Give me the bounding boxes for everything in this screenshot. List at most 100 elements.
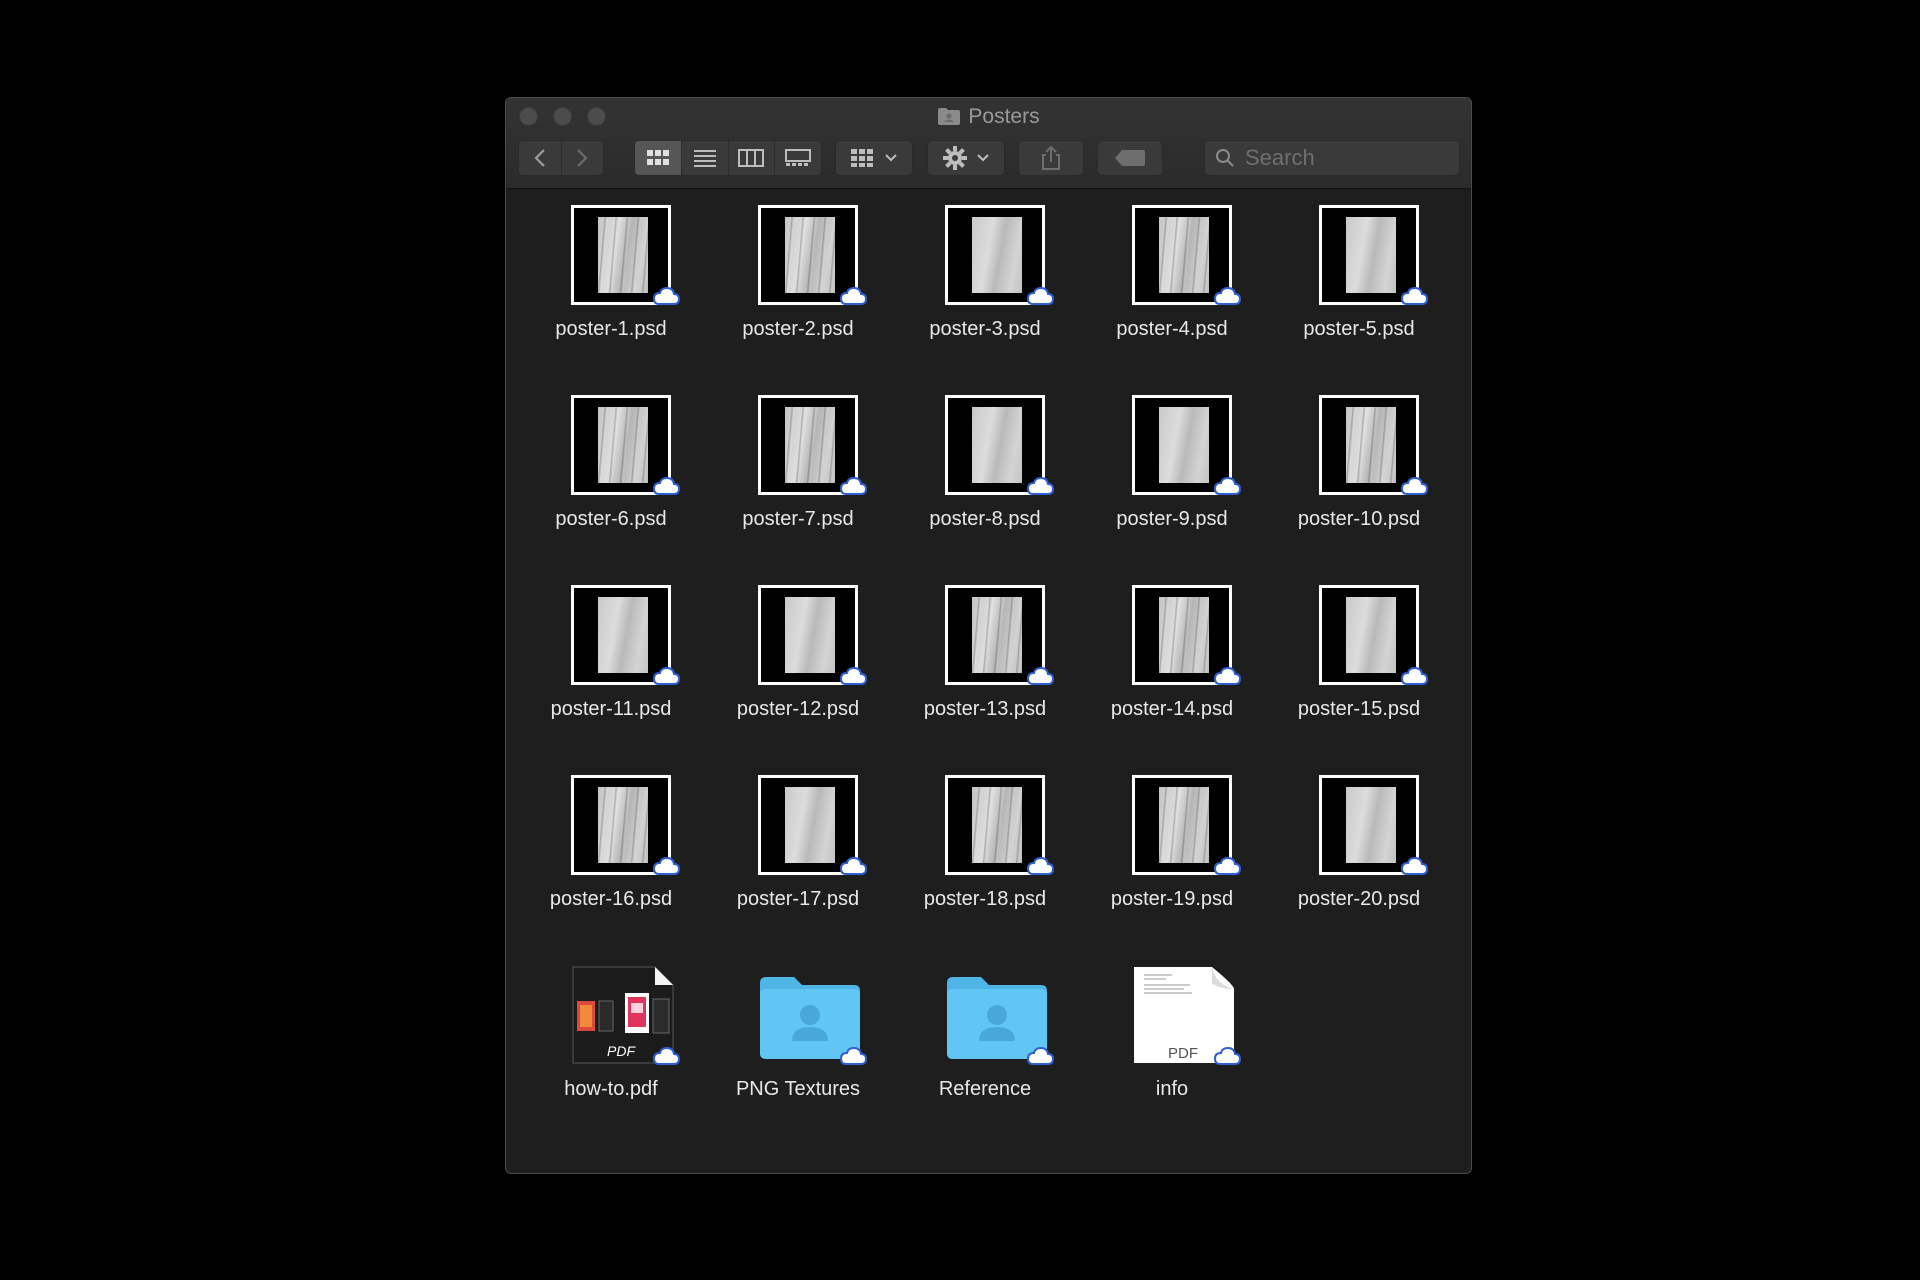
file-name-label: poster-5.psd: [1303, 318, 1415, 340]
file-name-label: poster-6.psd: [555, 508, 667, 530]
column-view-button[interactable]: [727, 141, 775, 175]
psd-file-icon: [1319, 205, 1429, 305]
list-view-button[interactable]: [680, 141, 728, 175]
search-input[interactable]: [1243, 144, 1447, 172]
psd-file-icon: [571, 395, 681, 495]
file-item[interactable]: poster-19.psd: [1082, 759, 1262, 939]
file-item[interactable]: poster-2.psd: [708, 189, 888, 369]
icloud-icon: [1025, 475, 1055, 497]
icloud-icon: [838, 285, 868, 307]
chevron-left-icon: [534, 149, 545, 167]
chevron-right-icon: [577, 149, 588, 167]
gallery-view-button[interactable]: [774, 141, 821, 175]
icloud-icon: [651, 1045, 681, 1067]
file-item[interactable]: poster-17.psd: [708, 759, 888, 939]
file-item[interactable]: poster-6.psd: [521, 379, 701, 559]
file-item[interactable]: poster-4.psd: [1082, 189, 1262, 369]
group-by-icon: [851, 149, 873, 167]
psd-file-icon: [1319, 395, 1429, 495]
file-name-label: poster-9.psd: [1116, 508, 1228, 530]
file-name-label: poster-12.psd: [736, 698, 860, 720]
file-name-label: poster-19.psd: [1110, 888, 1234, 910]
poster-sheet: [598, 597, 648, 673]
search-field[interactable]: [1204, 140, 1460, 176]
icloud-icon: [1025, 1045, 1055, 1067]
file-item[interactable]: poster-11.psd: [521, 569, 701, 749]
file-name-label: how-to.pdf: [564, 1078, 658, 1100]
file-item[interactable]: poster-8.psd: [895, 379, 1075, 559]
window-title: Posters: [506, 104, 1471, 133]
file-name-label: poster-18.psd: [923, 888, 1047, 910]
folder-item[interactable]: PNG Textures: [708, 949, 888, 1129]
psd-file-icon: [571, 585, 681, 685]
file-name-label: poster-1.psd: [555, 318, 667, 340]
file-item[interactable]: poster-3.psd: [895, 189, 1075, 369]
poster-sheet: [1346, 787, 1396, 863]
icloud-icon: [1212, 665, 1242, 687]
file-name-label: poster-17.psd: [736, 888, 860, 910]
file-item[interactable]: poster-10.psd: [1269, 379, 1449, 559]
forward-button[interactable]: [560, 141, 604, 175]
share-button[interactable]: [1018, 140, 1084, 176]
file-item[interactable]: poster-12.psd: [708, 569, 888, 749]
psd-file-icon: [945, 775, 1055, 875]
icloud-icon: [651, 855, 681, 877]
tag-icon: [1115, 150, 1145, 166]
file-item[interactable]: poster-7.psd: [708, 379, 888, 559]
poster-sheet: [1346, 217, 1396, 293]
file-item[interactable]: poster-5.psd: [1269, 189, 1449, 369]
file-name-label: poster-4.psd: [1116, 318, 1228, 340]
file-item[interactable]: poster-14.psd: [1082, 569, 1262, 749]
psd-file-icon: [758, 205, 868, 305]
file-item[interactable]: poster-20.psd: [1269, 759, 1449, 939]
file-name-label: poster-11.psd: [550, 698, 672, 720]
file-item[interactable]: poster-15.psd: [1269, 569, 1449, 749]
file-item[interactable]: poster-16.psd: [521, 759, 701, 939]
pdf-file-icon: PDF: [1132, 965, 1242, 1065]
icloud-icon: [651, 665, 681, 687]
file-name-label: poster-20.psd: [1297, 888, 1421, 910]
gallery-view-icon: [785, 149, 812, 166]
poster-sheet: [1159, 407, 1209, 483]
icloud-icon: [1399, 855, 1429, 877]
folder-item[interactable]: Reference: [895, 949, 1075, 1129]
back-button[interactable]: [519, 141, 561, 175]
psd-file-icon: [945, 205, 1055, 305]
poster-sheet: [1159, 787, 1209, 863]
poster-sheet: [972, 407, 1022, 483]
poster-sheet: [598, 407, 648, 483]
poster-sheet: [785, 597, 835, 673]
file-item[interactable]: poster-1.psd: [521, 189, 701, 369]
psd-file-icon: [571, 205, 681, 305]
icloud-icon: [651, 285, 681, 307]
folder-icon: [945, 965, 1055, 1065]
folder-icon: [937, 107, 961, 133]
file-name-label: poster-13.psd: [923, 698, 1047, 720]
poster-sheet: [972, 217, 1022, 293]
icloud-icon: [838, 855, 868, 877]
file-item[interactable]: PDF info: [1082, 949, 1262, 1129]
file-grid: poster-1.psd poster-2.psd poster-3.psd post…: [506, 189, 1471, 1173]
icloud-icon: [1399, 665, 1429, 687]
file-name-label: poster-10.psd: [1297, 508, 1421, 530]
poster-sheet: [1346, 597, 1396, 673]
psd-file-icon: [1132, 585, 1242, 685]
column-view-icon: [738, 149, 765, 167]
pdf-badge: PDF: [1168, 1045, 1198, 1062]
file-item[interactable]: poster-18.psd: [895, 759, 1075, 939]
gear-icon: [943, 146, 967, 170]
icon-view-button[interactable]: [635, 141, 681, 175]
psd-file-icon: [945, 395, 1055, 495]
tag-button[interactable]: [1097, 140, 1163, 176]
pdf-file-icon: PDF: [571, 965, 681, 1065]
file-item[interactable]: PDF how-to.pdf: [521, 949, 701, 1129]
folder-icon: [758, 965, 868, 1065]
search-icon: [1216, 149, 1234, 167]
action-menu-button[interactable]: [927, 140, 1005, 176]
file-item[interactable]: poster-9.psd: [1082, 379, 1262, 559]
psd-file-icon: [1132, 775, 1242, 875]
psd-file-icon: [758, 775, 868, 875]
group-by-button[interactable]: [835, 140, 913, 176]
file-item[interactable]: poster-13.psd: [895, 569, 1075, 749]
chevron-down-icon: [977, 154, 989, 162]
